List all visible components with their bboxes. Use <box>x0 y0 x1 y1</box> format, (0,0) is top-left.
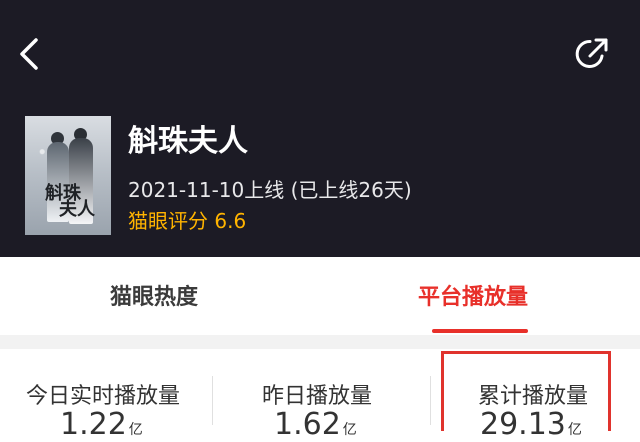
stat-today-label: 今日实时播放量 <box>26 384 181 409</box>
tab-platform-plays[interactable]: 平台播放量 <box>418 279 528 311</box>
stat-yesterday-label: 昨日播放量 <box>262 384 373 409</box>
chevron-left-icon <box>20 38 38 70</box>
back-button[interactable] <box>14 34 46 74</box>
share-button[interactable] <box>572 34 612 74</box>
tab-bar: 猫眼热度 平台播放量 <box>0 257 640 335</box>
movie-title: 斛珠夫人 <box>128 124 248 159</box>
poster-logo: 斛珠 夫人 <box>45 183 95 220</box>
share-icon <box>575 38 608 68</box>
maoyan-rating: 猫眼评分 6.6 <box>128 209 247 233</box>
active-tab-indicator <box>432 329 528 333</box>
stat-separator <box>212 376 213 425</box>
movie-header: 斛珠 夫人 斛珠夫人 2021-11-10上线 (已上线26天) 猫眼评分 6.… <box>0 0 640 257</box>
highlight-annotation-box <box>441 351 611 431</box>
release-info: 2021-11-10上线 (已上线26天) <box>128 178 412 202</box>
tab-maoyan-heat[interactable]: 猫眼热度 <box>110 279 198 311</box>
stat-separator <box>430 376 431 425</box>
section-divider <box>0 335 640 349</box>
movie-poster[interactable]: 斛珠 夫人 <box>25 116 111 235</box>
